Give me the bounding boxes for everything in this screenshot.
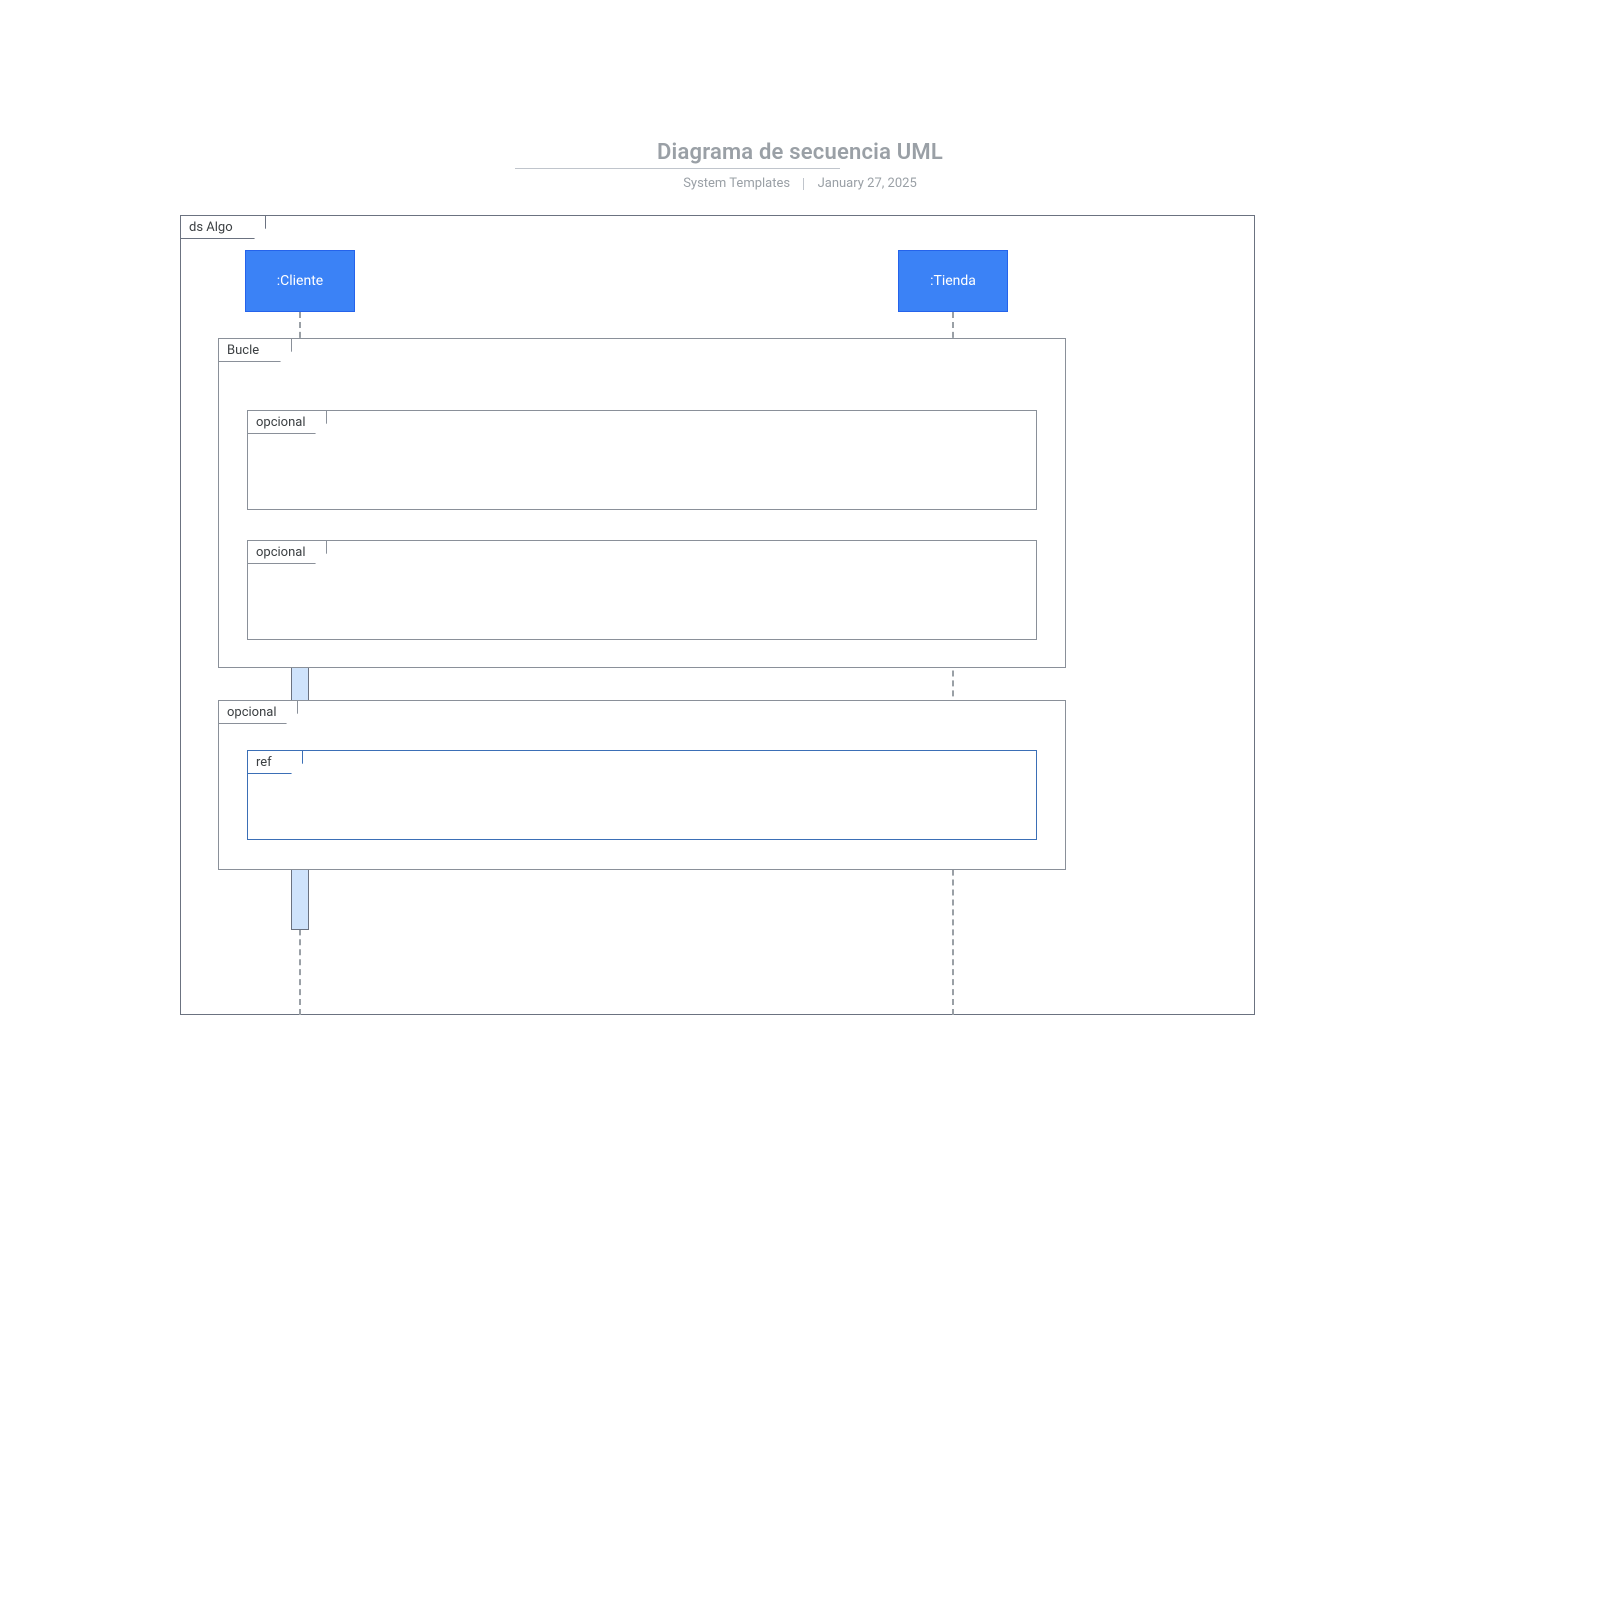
diagram-canvas: Diagrama de secuencia UML System Templat…	[0, 0, 1600, 1600]
actor-cliente-label: :Cliente	[277, 273, 323, 289]
frame-optional-1-label: opcional	[247, 410, 327, 434]
frame-optional-1[interactable]: opcional	[247, 410, 1037, 510]
diagram-title: Diagrama de secuencia UML	[0, 140, 1600, 165]
title-underline	[515, 168, 840, 169]
frame-ref[interactable]: ref	[247, 750, 1037, 840]
subtitle-author: System Templates	[683, 176, 790, 191]
subtitle-separator	[803, 178, 804, 190]
frame-ref-label: ref	[247, 750, 303, 774]
frame-loop-label: Bucle	[218, 338, 292, 362]
frame-optional-2[interactable]: opcional	[247, 540, 1037, 640]
actor-tienda-label: :Tienda	[930, 273, 976, 289]
frame-outer-label: ds Algo	[180, 215, 266, 239]
diagram-subtitle: System Templates January 27, 2025	[0, 176, 1600, 191]
subtitle-date: January 27, 2025	[818, 176, 917, 191]
actor-cliente[interactable]: :Cliente	[245, 250, 355, 312]
actor-tienda[interactable]: :Tienda	[898, 250, 1008, 312]
frame-optional-3-label: opcional	[218, 700, 298, 724]
frame-optional-2-label: opcional	[247, 540, 327, 564]
